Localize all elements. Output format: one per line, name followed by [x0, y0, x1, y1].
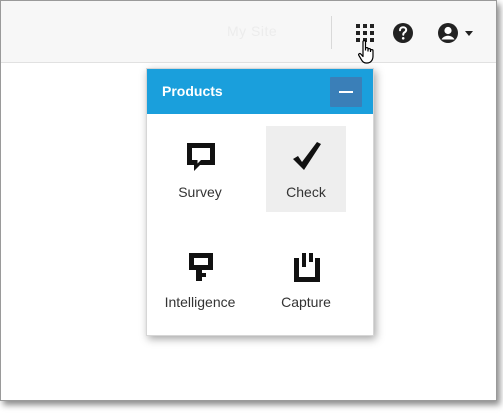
hand-pointer-cursor-icon — [358, 40, 374, 64]
help-icon[interactable] — [391, 21, 415, 45]
minus-icon — [339, 91, 353, 93]
app-window: My Site Products Survey Check Intelligen… — [0, 0, 497, 401]
check-icon — [293, 142, 321, 170]
product-tile-capture[interactable]: Capture — [266, 236, 346, 322]
intelligence-icon — [189, 253, 213, 281]
product-tile-survey[interactable]: Survey — [160, 126, 240, 212]
products-panel: Products Survey Check Intelligence Captu… — [146, 68, 374, 336]
product-tile-intelligence[interactable]: Intelligence — [160, 236, 240, 322]
product-label-capture: Capture — [281, 294, 331, 310]
product-label-check: Check — [286, 184, 326, 200]
product-label-intelligence: Intelligence — [164, 294, 236, 310]
product-tile-check[interactable]: Check — [266, 126, 346, 212]
caret-down-icon — [465, 31, 473, 36]
product-label-survey: Survey — [178, 184, 222, 200]
survey-icon — [187, 143, 215, 171]
capture-icon — [294, 253, 320, 282]
toolbar-divider — [331, 16, 332, 49]
account-menu-icon[interactable] — [436, 21, 476, 45]
top-bar: My Site — [1, 1, 496, 63]
faded-site-label: My Site — [227, 23, 278, 39]
products-panel-title: Products — [162, 83, 223, 99]
products-panel-header: Products — [147, 69, 373, 114]
collapse-button[interactable] — [330, 77, 362, 107]
